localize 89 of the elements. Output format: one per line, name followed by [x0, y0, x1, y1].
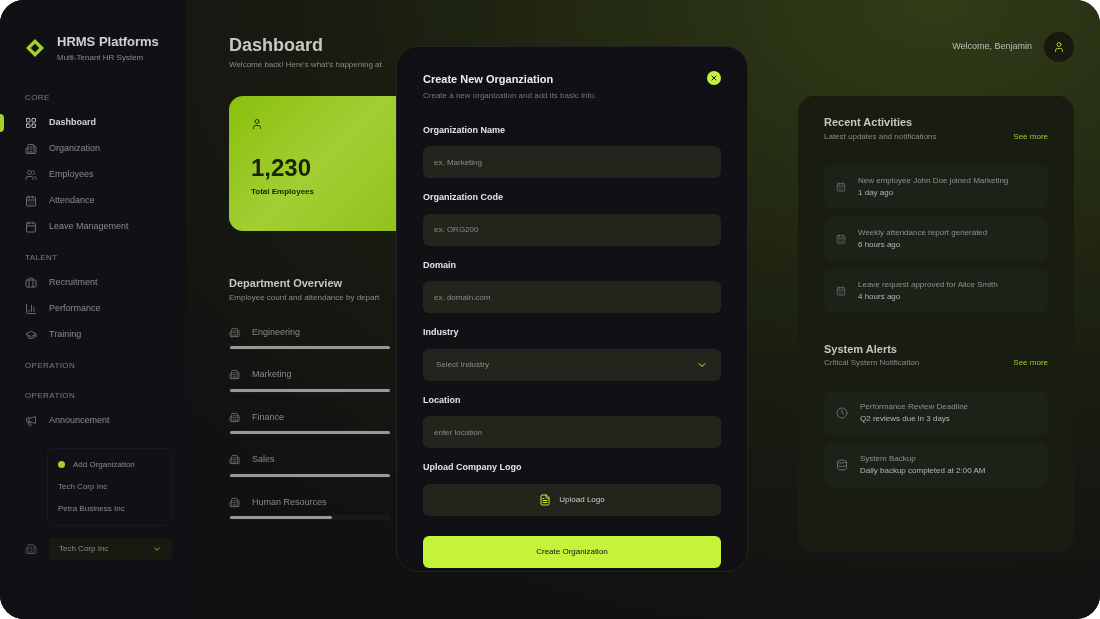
item-time: 6 hours ago	[858, 238, 901, 251]
field-label: Location	[423, 393, 462, 407]
input-field[interactable]: ex. domain.com	[423, 281, 721, 313]
building-icon	[229, 326, 240, 338]
building-icon	[229, 496, 240, 508]
item-text: Performance Review Deadline	[860, 401, 969, 413]
nav-icon	[25, 276, 37, 289]
nav-item[interactable]: Performance	[25, 295, 172, 322]
org-select[interactable]: Tech Corp Inc	[49, 537, 172, 560]
document-icon	[539, 493, 552, 506]
brand-subtitle: Multi-Tenant HR System	[57, 51, 145, 64]
create-button[interactable]: Create Organization	[423, 535, 721, 568]
upload-button[interactable]: Upload Logo	[423, 483, 721, 516]
calendar-icon	[836, 233, 846, 244]
item-time: 1 day ago	[858, 186, 894, 199]
close-button[interactable]	[707, 71, 721, 85]
logo-icon	[25, 37, 45, 58]
building-icon	[25, 542, 37, 555]
section-heading: OPERATION	[25, 359, 77, 372]
building-icon	[229, 411, 240, 423]
section-heading: OPERATION	[25, 389, 77, 402]
database-icon	[836, 459, 848, 471]
calendar-icon	[836, 181, 846, 192]
nav-icon	[25, 194, 37, 207]
department-name: Finance	[252, 410, 285, 424]
panel-subtitle: Latest updates and notifications	[824, 130, 937, 143]
welcome-text: Welcome, Benjamin	[952, 40, 1032, 54]
nav-item[interactable]: Employees	[25, 161, 172, 188]
org-option[interactable]: Tech Corp Inc	[58, 480, 161, 493]
item-text: Weekly attendance report generated	[858, 226, 988, 239]
nav-icon	[25, 168, 37, 181]
nav-item[interactable]: Organization	[25, 135, 172, 162]
nav-item[interactable]: Attendance	[25, 187, 172, 214]
field-label: Domain	[423, 258, 457, 272]
department-name: Human Resources	[252, 495, 327, 509]
department-name: Sales	[252, 453, 275, 466]
calendar-icon	[836, 285, 846, 296]
department-name: Marketing	[252, 368, 292, 381]
see-more-link[interactable]: See more	[1013, 130, 1048, 143]
item-text: Leave request approved for Alice Smith	[858, 278, 998, 291]
select-field[interactable]: Select Industry	[423, 348, 721, 381]
item-text: System Backup	[860, 453, 917, 465]
page-title: Dashboard	[229, 34, 325, 57]
modal-subtitle: Create a new organization and add its basic Info.	[423, 89, 598, 102]
nav-item[interactable]: Announcement	[25, 407, 172, 434]
building-icon	[229, 454, 240, 466]
field-label: Industry	[423, 326, 460, 339]
department-name: Engineering	[252, 325, 301, 339]
item-time: Q2 reviews due in 3 days	[860, 413, 950, 425]
org-option[interactable]: Add Organization	[58, 458, 161, 471]
building-icon	[229, 369, 240, 381]
item-time: Daily backup completed at 2:00 AM	[860, 465, 986, 477]
nav-icon	[25, 220, 37, 233]
nav-item[interactable]: Recruitment	[25, 269, 172, 296]
user-icon	[251, 118, 263, 130]
item-text: New employee John Doe joined Marketing	[858, 174, 1009, 187]
stat-value: 1,230	[251, 153, 312, 183]
nav-icon	[25, 414, 37, 427]
nav-icon	[25, 116, 37, 129]
see-more-link[interactable]: See more	[1013, 357, 1048, 369]
field-label: Organization Code	[423, 191, 504, 204]
section-heading: TALENT	[25, 251, 59, 264]
panel-title: System Alerts	[824, 341, 897, 357]
field-label: Upload Company Logo	[423, 461, 523, 474]
item-time: 4 hours ago	[858, 290, 901, 303]
active-indicator	[0, 113, 4, 132]
nav-icon	[25, 142, 37, 155]
section-subtitle: Employee count and attendance by depart	[229, 291, 380, 304]
nav-item[interactable]: Training	[25, 321, 172, 348]
panel-subtitle: Critical System Notification	[824, 357, 920, 369]
field-label: Organization Name	[423, 123, 506, 137]
input-field[interactable]: enter location	[423, 416, 721, 448]
avatar[interactable]	[1044, 32, 1074, 62]
page-subtitle: Welcome back! Here's what's happening at	[229, 59, 382, 71]
stat-label: Total Employees	[251, 186, 314, 198]
nav-icon	[25, 328, 37, 341]
brand-title: HRMS Platforms	[57, 33, 159, 51]
modal-title: Create New Organziation	[423, 72, 554, 87]
nav-item[interactable]: Leave Management	[25, 213, 172, 240]
input-field[interactable]: ex. ORG200	[423, 213, 721, 246]
panel-title: Recent Activities	[824, 115, 913, 130]
clock-icon	[836, 407, 848, 419]
nav-icon	[25, 302, 37, 315]
section-heading: CORE	[25, 91, 51, 104]
input-field[interactable]: ex. Marketing	[423, 146, 721, 178]
section-title: Department Overview	[229, 276, 343, 291]
close-icon	[710, 74, 718, 82]
nav-item[interactable]: Dashboard	[25, 109, 172, 136]
org-option[interactable]: Petra Business Inc	[58, 502, 161, 515]
